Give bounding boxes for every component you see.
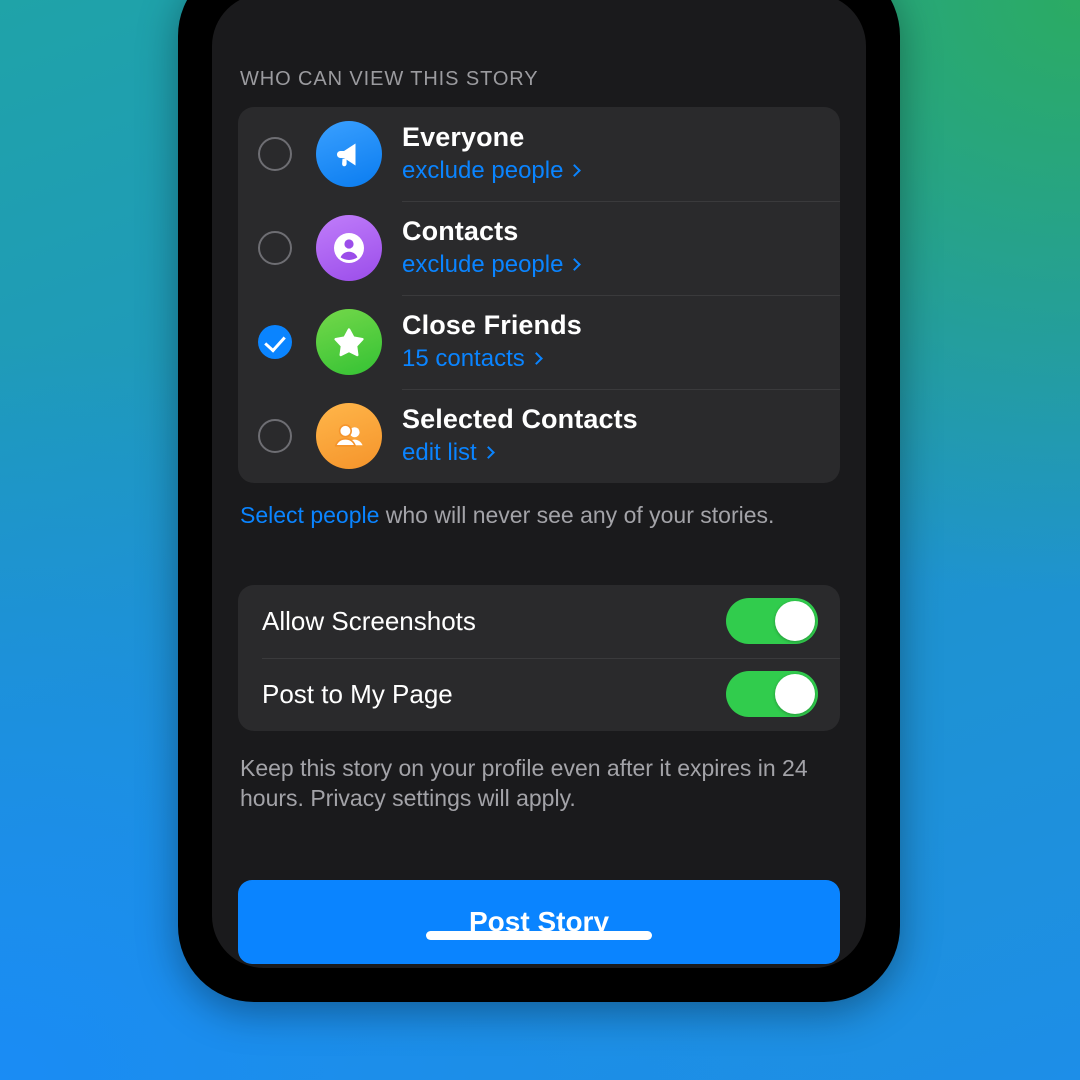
setting-label: Allow Screenshots	[262, 605, 476, 636]
row-body: Everyone exclude people	[402, 107, 840, 201]
option-action-link[interactable]: edit list	[402, 438, 822, 468]
option-action-label: exclude people	[402, 250, 564, 278]
option-action-link[interactable]: exclude people	[402, 156, 822, 186]
row-body: Selected Contacts edit list	[402, 389, 840, 483]
audience-option-close-friends[interactable]: Close Friends 15 contacts	[238, 295, 840, 389]
row-body: Contacts exclude people	[402, 201, 840, 295]
blocked-people-note-text: who will never see any of your stories.	[379, 502, 775, 528]
option-title: Contacts	[402, 216, 519, 247]
option-title: Close Friends	[402, 310, 582, 341]
audience-option-contacts[interactable]: Contacts exclude people	[238, 201, 840, 295]
row-body: Close Friends 15 contacts	[402, 295, 840, 389]
option-action-link[interactable]: exclude people	[402, 250, 822, 280]
people-group-icon	[316, 403, 382, 469]
story-settings-card: Allow Screenshots Post to My Page	[238, 584, 840, 731]
radio-everyone[interactable]	[258, 137, 292, 171]
audience-option-everyone[interactable]: Everyone exclude people	[238, 107, 840, 201]
radio-selected-contacts[interactable]	[258, 419, 292, 453]
blocked-people-note: Select people who will never see any of …	[238, 483, 840, 531]
phone-screen: WHO CAN VIEW THIS STORY Everyone exclude…	[212, 0, 866, 968]
option-action-link[interactable]: 15 contacts	[402, 344, 822, 374]
option-action-label: 15 contacts	[402, 344, 525, 372]
setting-row-allow-screenshots[interactable]: Allow Screenshots	[238, 585, 840, 658]
chevron-right-icon	[568, 164, 582, 177]
setting-row-post-to-my-page[interactable]: Post to My Page	[238, 657, 840, 731]
toggle-allow-screenshots[interactable]	[726, 598, 818, 645]
chevron-right-icon	[529, 352, 543, 365]
select-people-link[interactable]: Select people	[240, 502, 379, 528]
story-privacy-sheet: WHO CAN VIEW THIS STORY Everyone exclude…	[212, 0, 866, 968]
phone-frame: WHO CAN VIEW THIS STORY Everyone exclude…	[178, 0, 900, 1002]
audience-option-selected-contacts[interactable]: Selected Contacts edit list	[238, 389, 840, 483]
section-header-audience: WHO CAN VIEW THIS STORY	[240, 68, 539, 90]
person-circle-icon	[316, 215, 382, 281]
toggle-post-to-my-page[interactable]	[726, 671, 818, 718]
toggle-knob	[775, 674, 815, 715]
option-title: Everyone	[402, 122, 525, 153]
option-title: Selected Contacts	[402, 404, 638, 435]
post-story-button[interactable]: Post Story	[238, 880, 840, 965]
audience-options-card: Everyone exclude people Contacts exclude…	[238, 107, 840, 483]
megaphone-icon	[316, 121, 382, 187]
option-action-label: edit list	[402, 438, 477, 466]
radio-close-friends[interactable]	[258, 325, 292, 359]
home-indicator[interactable]	[426, 931, 652, 940]
screenshot-canvas: WHO CAN VIEW THIS STORY Everyone exclude…	[0, 0, 1080, 1080]
radio-contacts[interactable]	[258, 231, 292, 265]
settings-footer-note: Keep this story on your profile even aft…	[240, 754, 808, 812]
option-action-label: exclude people	[402, 156, 564, 184]
setting-label: Post to My Page	[262, 678, 453, 709]
star-icon	[316, 309, 382, 375]
toggle-knob	[775, 601, 815, 642]
chevron-right-icon	[481, 446, 495, 459]
chevron-right-icon	[568, 258, 582, 271]
